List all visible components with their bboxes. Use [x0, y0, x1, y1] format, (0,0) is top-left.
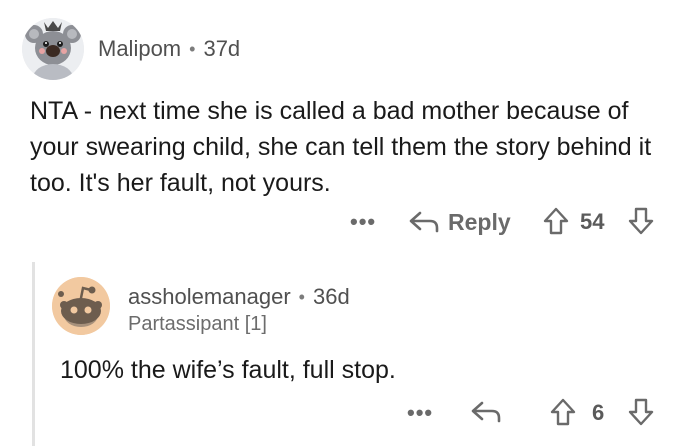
- reply-meta: assholemanager • 36d: [128, 284, 350, 310]
- meta-separator: •: [189, 38, 196, 59]
- default-snoo-avatar-icon[interactable]: [52, 277, 110, 335]
- downvote-arrow-icon: [628, 398, 654, 426]
- reply-age: 36d: [312, 284, 350, 309]
- reply-more-options-button[interactable]: •••: [407, 400, 433, 426]
- downvote-button[interactable]: [628, 207, 654, 235]
- thread-line[interactable]: [32, 262, 35, 446]
- reply-button[interactable]: Reply: [408, 208, 511, 236]
- more-options-button[interactable]: •••: [350, 209, 376, 235]
- author-name[interactable]: Malipom: [98, 36, 181, 62]
- reply-vote-count: 6: [592, 400, 605, 425]
- comment-age: 37d: [203, 36, 241, 61]
- koala-avatar-icon[interactable]: [22, 18, 84, 80]
- reply-body: 100% the wife’s fault, full stop.: [60, 356, 396, 384]
- reply-arrow-icon: [408, 208, 440, 236]
- reply-upvote-button[interactable]: [550, 398, 576, 426]
- user-flair: Partassipant [1]: [128, 313, 267, 335]
- reply-arrow-icon: [470, 398, 502, 426]
- vote-count: 54: [580, 209, 605, 234]
- upvote-arrow-icon: [543, 207, 569, 235]
- downvote-arrow-icon: [628, 207, 654, 235]
- comment-body: NTA - next time she is called a bad moth…: [30, 97, 652, 197]
- comment-meta: Malipom • 37d: [98, 36, 240, 62]
- reply-label: Reply: [448, 208, 511, 235]
- upvote-arrow-icon: [550, 398, 576, 426]
- reply-to-reply-button[interactable]: [470, 398, 502, 426]
- reply-author-name[interactable]: assholemanager: [128, 284, 291, 310]
- meta-separator: •: [298, 286, 305, 307]
- reply-downvote-button[interactable]: [628, 398, 654, 426]
- upvote-button[interactable]: [543, 207, 569, 235]
